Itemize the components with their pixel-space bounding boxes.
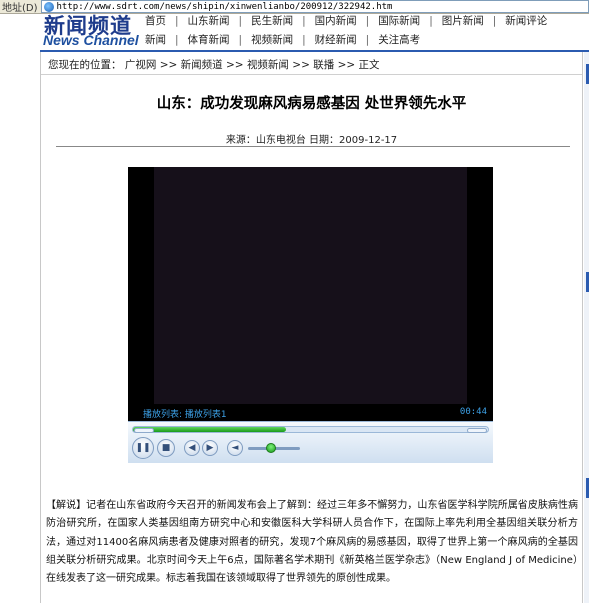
article-date: 日期：2009-12-17 — [309, 135, 398, 146]
nav-row-primary: 首页 | 山东新闻 | 民生新闻 | 国内新闻 | 国际新闻 | 图片新闻 | 新闻评论 — [145, 13, 547, 28]
nav-link-photo-news[interactable]: 图片新闻 — [442, 13, 484, 28]
nav-link-finance-news[interactable]: 财经新闻 — [315, 32, 357, 47]
previous-icon: ◀ — [188, 443, 196, 453]
volume-knob[interactable] — [266, 443, 276, 453]
content-border-right — [582, 52, 583, 603]
address-label: 地址(D) — [2, 3, 38, 14]
article-meta: 来源：山东电视台 日期：2009-12-17 — [41, 131, 582, 146]
breadcrumb-separator: >> — [292, 59, 310, 71]
nav-link-gaokao[interactable]: 关注高考 — [378, 32, 420, 47]
pause-icon: ❚❚ — [135, 443, 151, 453]
next-button[interactable]: ▶ — [202, 440, 218, 456]
nav-link-livelihood-news[interactable]: 民生新闻 — [251, 13, 293, 28]
seek-left-cap — [134, 428, 154, 433]
nav-separator: | — [238, 15, 243, 27]
site-logo-en[interactable]: News Channel — [43, 32, 139, 48]
nav-separator: | — [302, 34, 306, 46]
header-divider — [40, 50, 589, 52]
nav-link-video-news[interactable]: 视频新闻 — [251, 32, 293, 47]
seek-progress — [133, 427, 286, 432]
player-controls: ❚❚ ■ ◀ ▶ ◄ — [128, 421, 493, 463]
breadcrumb-separator: >> — [337, 59, 356, 71]
nav-separator: | — [492, 15, 497, 27]
playlist-label: 播放列表: 播放列表1 — [143, 410, 227, 420]
breadcrumb-divider — [41, 74, 582, 75]
breadcrumb: 您现在的位置： 广视网 >> 新闻频道 >> 视频新闻 >> 联播 >> 正文 — [48, 57, 380, 72]
nav-row-secondary: 新闻 | 体育新闻 | 视频新闻 | 财经新闻 | 关注高考 — [145, 32, 420, 47]
stop-button[interactable]: ■ — [157, 439, 175, 457]
breadcrumb-link[interactable]: 新闻频道 — [181, 59, 223, 71]
nav-link-news-commentary[interactable]: 新闻评论 — [505, 13, 547, 28]
video-frame — [154, 167, 467, 404]
nav-separator: | — [302, 15, 306, 27]
nav-separator: | — [175, 34, 179, 46]
breadcrumb-prefix: 您现在的位置： — [48, 59, 122, 71]
nav-separator: | — [365, 34, 370, 46]
article-title: 山东：成功发现麻风病易感基因 处世界领先水平 — [156, 95, 467, 112]
player-info-bar: 播放列表: 播放列表1 00:44 — [128, 404, 493, 421]
nav-link-international-news[interactable]: 国际新闻 — [378, 13, 420, 28]
video-screen[interactable] — [128, 167, 493, 404]
seek-right-cap — [467, 428, 487, 433]
mute-button[interactable]: ◄ — [227, 440, 243, 456]
stop-icon: ■ — [161, 443, 171, 453]
pause-button[interactable]: ❚❚ — [132, 437, 154, 459]
next-icon: ▶ — [206, 443, 214, 453]
playback-time: 00:44 — [459, 407, 487, 417]
nav-link-domestic-news[interactable]: 国内新闻 — [315, 13, 357, 28]
breadcrumb-separator: >> — [225, 59, 244, 71]
breadcrumb-separator: >> — [159, 59, 178, 71]
breadcrumb-link[interactable]: 联播 — [313, 59, 334, 71]
nav-separator: | — [238, 34, 243, 46]
nav-separator: | — [429, 15, 433, 27]
right-sidebar-strip — [584, 52, 589, 603]
nav-link-news[interactable]: 新闻 — [145, 32, 166, 47]
video-player[interactable]: 播放列表: 播放列表1 00:44 ❚❚ ■ ◀ ▶ ◄ — [128, 167, 493, 463]
article-source: 来源：山东电视台 — [225, 135, 306, 146]
breadcrumb-current: 正文 — [358, 59, 380, 71]
breadcrumb-link[interactable]: 视频新闻 — [247, 59, 289, 71]
seek-bar[interactable] — [132, 426, 489, 433]
previous-button[interactable]: ◀ — [184, 440, 200, 456]
nav-link-shandong-news[interactable]: 山东新闻 — [188, 13, 230, 28]
speaker-icon: ◄ — [231, 443, 239, 453]
article-body: 【解说】记者在山东省政府今天召开的新闻发布会上了解到：经过三年多不懈努力，山东省… — [46, 500, 578, 585]
breadcrumb-link[interactable]: 广视网 — [125, 59, 157, 71]
nav-link-home[interactable]: 首页 — [145, 13, 166, 28]
meta-divider — [56, 146, 570, 147]
nav-separator: | — [175, 15, 179, 27]
nav-link-sports-news[interactable]: 体育新闻 — [188, 32, 230, 47]
nav-separator: | — [365, 15, 370, 27]
